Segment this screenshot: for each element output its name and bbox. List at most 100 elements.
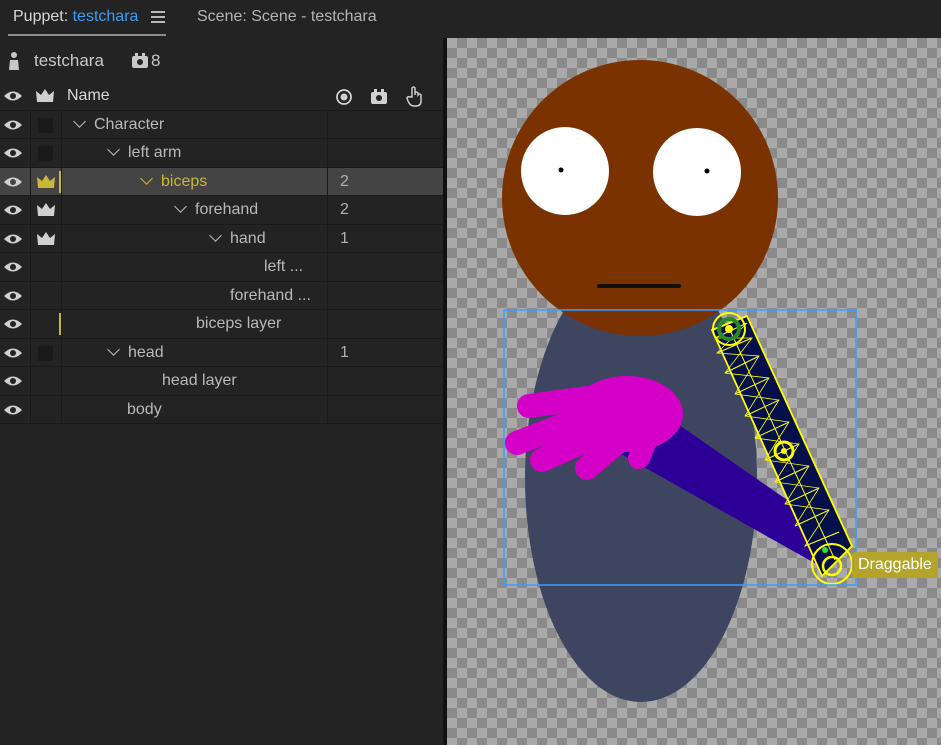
layer-name: body [61, 395, 327, 423]
layer-name-text: biceps [161, 172, 208, 190]
record-icon[interactable] [335, 88, 353, 106]
layer-name: forehand ... [61, 281, 327, 309]
layer-name-text: left arm [128, 144, 182, 161]
eye-icon [4, 205, 22, 215]
layer-name: hand [61, 224, 327, 252]
layer-row-left-arm[interactable]: left arm [0, 139, 443, 168]
left-eye[interactable] [521, 127, 609, 215]
panel-tab-bar: Puppet: testchara Scene: Scene - testcha… [0, 0, 941, 38]
left-pupil [558, 167, 564, 173]
layer-name-text: hand [230, 229, 266, 247]
layer-count [327, 310, 443, 338]
origin-toggle[interactable] [30, 281, 61, 309]
origin-toggle[interactable] [30, 310, 61, 338]
origin-toggle[interactable] [30, 395, 61, 423]
visibility-toggle[interactable] [0, 111, 30, 139]
origin-toggle[interactable] [30, 253, 61, 281]
tab-scene[interactable]: Scene: Scene - testchara [197, 8, 377, 26]
scene-panel[interactable]: Draggable [447, 38, 941, 745]
draggable-handle-label[interactable]: Draggable [852, 552, 938, 578]
puppet-name: testchara [34, 51, 104, 70]
puppet-icon [9, 52, 19, 70]
layer-name-text: Character [94, 115, 165, 133]
hand-icon[interactable] [405, 85, 425, 107]
eye-icon [4, 262, 22, 272]
chevron-down-icon[interactable] [107, 143, 120, 156]
origin-toggle[interactable] [30, 139, 61, 167]
visibility-toggle[interactable] [0, 225, 30, 253]
visibility-toggle[interactable] [0, 168, 30, 196]
name-column-header[interactable]: Name [61, 82, 327, 110]
origin-toggle[interactable] [30, 367, 61, 395]
layer-row-head[interactable]: head 1 [0, 338, 443, 367]
chevron-down-icon[interactable] [73, 114, 86, 128]
layer-name: forehand [61, 196, 327, 224]
layer-name: left ... [61, 253, 327, 281]
layer-name: biceps [61, 167, 327, 195]
origin-toggle[interactable] [30, 110, 61, 138]
origin-toggle[interactable] [30, 196, 61, 224]
puppet-panel: testchara 8 Name Character left arm bice… [0, 38, 443, 745]
origin-toggle[interactable] [30, 167, 61, 195]
layer-name-text: head [128, 343, 164, 361]
chevron-down-icon[interactable] [174, 200, 187, 213]
layer-table: Name Character left arm biceps 2 forehan… [0, 82, 443, 424]
scene-canvas[interactable] [447, 38, 941, 745]
chevron-down-icon[interactable] [140, 171, 153, 185]
panel-menu-icon[interactable] [151, 11, 165, 23]
eye-icon [4, 148, 22, 158]
origin-toggle[interactable] [30, 224, 61, 252]
layer-count [327, 110, 443, 138]
layer-name: head layer [61, 367, 327, 395]
behaviors-column-icon[interactable] [370, 88, 388, 106]
visibility-toggle[interactable] [0, 367, 30, 395]
layer-name: left arm [61, 139, 327, 167]
visibility-column-header[interactable] [0, 82, 30, 110]
eye-icon [4, 177, 22, 186]
layer-name: Character [61, 110, 327, 138]
crown-icon [36, 89, 54, 102]
eye-icon [4, 120, 22, 129]
visibility-toggle[interactable] [0, 196, 30, 224]
tab-puppet-prefix: Puppet: [13, 8, 73, 25]
layer-count [327, 139, 443, 167]
visibility-toggle[interactable] [0, 253, 30, 281]
active-tab-underline [8, 34, 166, 36]
layer-name: biceps layer [61, 310, 327, 338]
layer-row-left-layer[interactable]: left ... [0, 253, 443, 282]
layer-count [327, 367, 443, 395]
visibility-toggle[interactable] [0, 310, 30, 338]
layer-row-hand[interactable]: hand 1 [0, 224, 443, 253]
crown-icon [37, 203, 55, 216]
layer-row-forehand[interactable]: forehand 2 [0, 196, 443, 225]
eye-icon [4, 376, 22, 386]
layer-row-head-layer[interactable]: head layer [0, 367, 443, 396]
layer-row-forehand-layer[interactable]: forehand ... [0, 281, 443, 310]
visibility-toggle[interactable] [0, 396, 30, 424]
visibility-toggle[interactable] [0, 282, 30, 310]
layer-row-body[interactable]: body [0, 395, 443, 424]
tab-puppet[interactable]: Puppet: testchara [13, 8, 138, 26]
layer-row-biceps-layer[interactable]: biceps layer [0, 310, 443, 339]
origin-toggle[interactable] [30, 338, 61, 366]
eye-icon [4, 405, 22, 414]
eye-icon [4, 91, 22, 101]
visibility-toggle[interactable] [0, 339, 30, 367]
tab-puppet-name: testchara [72, 8, 139, 25]
chevron-down-icon[interactable] [209, 228, 222, 242]
crown-icon [37, 174, 55, 188]
eye-icon [4, 234, 22, 243]
right-eye[interactable] [653, 128, 741, 216]
count-columns-header [327, 82, 443, 110]
layer-row-character[interactable]: Character [0, 110, 443, 139]
behaviors-count: 8 [151, 51, 161, 70]
puppet-header: testchara 8 [0, 38, 443, 82]
layer-count [327, 395, 443, 423]
table-header-row: Name [0, 82, 443, 111]
layer-row-biceps[interactable]: biceps 2 [0, 167, 443, 196]
eye-icon [4, 319, 22, 329]
origin-column-header[interactable] [30, 82, 61, 110]
right-pupil [704, 168, 710, 174]
visibility-toggle[interactable] [0, 139, 30, 167]
chevron-down-icon[interactable] [107, 342, 120, 356]
